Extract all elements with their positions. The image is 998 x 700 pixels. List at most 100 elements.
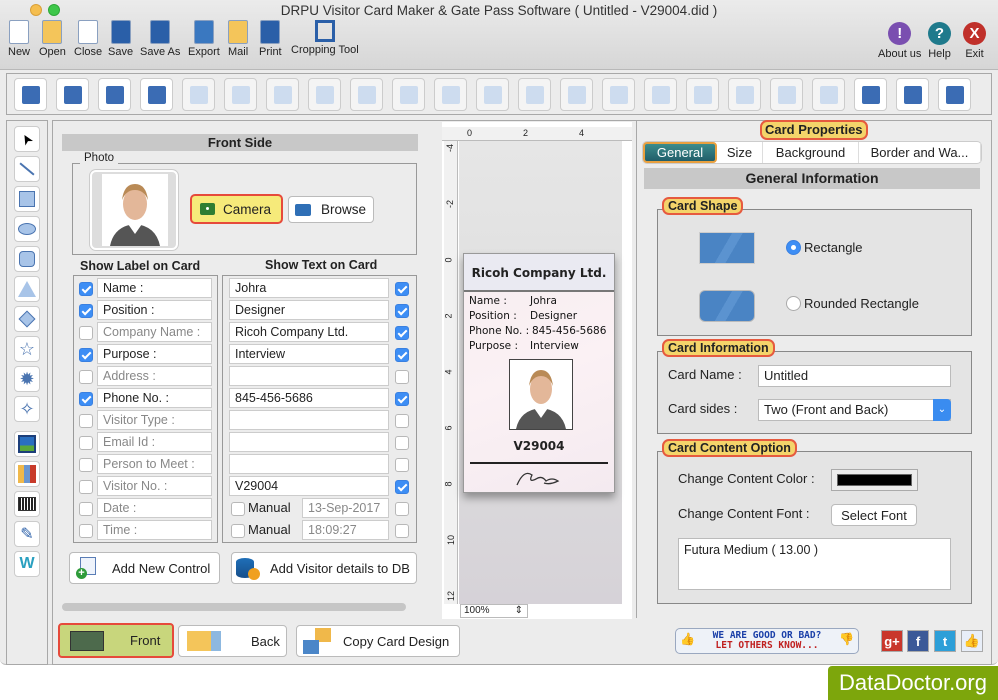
front-panel-scrollbar[interactable] xyxy=(62,603,406,611)
date-label-checkbox[interactable] xyxy=(79,502,93,516)
show-text-checkbox[interactable] xyxy=(395,458,409,472)
time-show-checkbox[interactable] xyxy=(395,524,409,538)
tool-signature[interactable]: ✎ xyxy=(14,521,40,547)
facebook-icon[interactable]: f xyxy=(907,630,929,652)
label-field[interactable]: Address : xyxy=(97,366,212,386)
tool-diamond[interactable] xyxy=(14,306,40,332)
move-up-button[interactable] xyxy=(644,78,677,111)
save-button[interactable]: Save xyxy=(108,20,133,58)
tool-triangle[interactable] xyxy=(14,276,40,302)
redo-button[interactable] xyxy=(182,78,215,111)
tool-watermark[interactable]: W xyxy=(14,551,40,577)
close-button[interactable]: Close xyxy=(74,20,102,58)
tool-rectangle[interactable] xyxy=(14,186,40,212)
browse-button[interactable]: Browse xyxy=(288,196,374,223)
text-field[interactable] xyxy=(229,366,389,386)
text-field[interactable] xyxy=(229,454,389,474)
show-text-checkbox[interactable] xyxy=(395,348,409,362)
content-color-well[interactable] xyxy=(831,469,918,491)
cut-button[interactable] xyxy=(224,78,257,111)
copy-card-design-button[interactable]: Copy Card Design xyxy=(296,625,460,657)
tool-star[interactable]: ☆ xyxy=(14,336,40,362)
text-field[interactable]: 845-456-5686 xyxy=(229,388,389,408)
show-label-checkbox[interactable] xyxy=(79,282,93,296)
tool-rounded-rectangle[interactable] xyxy=(14,246,40,272)
label-field[interactable]: Purpose : xyxy=(97,344,212,364)
label-field[interactable]: Phone No. : xyxy=(97,388,212,408)
front-button[interactable]: Front xyxy=(58,623,174,658)
show-text-checkbox[interactable] xyxy=(395,326,409,340)
label-field[interactable]: Visitor No. : xyxy=(97,476,212,496)
tool-pointer[interactable]: ➤ xyxy=(14,126,40,152)
text-field[interactable] xyxy=(229,410,389,430)
export-button[interactable]: Export xyxy=(188,20,220,58)
tool-ellipse[interactable] xyxy=(14,216,40,242)
center-button[interactable] xyxy=(728,78,761,111)
paste-button[interactable] xyxy=(308,78,341,111)
text-field[interactable] xyxy=(229,432,389,452)
show-label-checkbox[interactable] xyxy=(79,348,93,362)
text-field[interactable]: Designer xyxy=(229,300,389,320)
label-field[interactable]: Person to Meet : xyxy=(97,454,212,474)
save-as-button[interactable]: Save As xyxy=(140,20,180,58)
show-text-checkbox[interactable] xyxy=(395,414,409,428)
print-button[interactable]: Print xyxy=(259,20,282,58)
show-text-checkbox[interactable] xyxy=(395,282,409,296)
preview-card-button[interactable] xyxy=(938,78,971,111)
undo-button[interactable] xyxy=(140,78,173,111)
tool-barcode[interactable] xyxy=(14,491,40,517)
show-text-checkbox[interactable] xyxy=(395,436,409,450)
camera-button[interactable]: Camera xyxy=(190,194,283,224)
tool-line[interactable] xyxy=(14,156,40,182)
tab-size[interactable]: Size xyxy=(717,142,763,163)
about-us-button[interactable]: ! About us xyxy=(878,22,921,60)
mail-button[interactable]: Mail xyxy=(228,20,248,58)
export-image-button[interactable] xyxy=(98,78,131,111)
unlock-button[interactable] xyxy=(518,78,551,111)
label-field[interactable]: Name : xyxy=(97,278,212,298)
add-new-control-button[interactable]: + Add New Control xyxy=(69,552,220,584)
bring-front-button[interactable] xyxy=(392,78,425,111)
move-right-button[interactable] xyxy=(602,78,635,111)
rectangle-shape-preview[interactable] xyxy=(699,232,755,264)
properties-button[interactable] xyxy=(14,78,47,111)
text-field[interactable]: Ricoh Company Ltd. xyxy=(229,322,389,342)
copy-button[interactable] xyxy=(266,78,299,111)
rectangle-radio[interactable] xyxy=(786,240,801,255)
feedback-banner[interactable]: 👍 WE ARE GOOD OR BAD? LET OTHERS KNOW...… xyxy=(675,628,859,654)
tab-border-and-wa[interactable]: Border and Wa... xyxy=(859,142,981,163)
exit-button[interactable]: X Exit xyxy=(963,22,986,60)
tool-burst[interactable]: ✹ xyxy=(14,366,40,392)
like-icon[interactable]: 👍 xyxy=(961,630,983,652)
text-field[interactable]: Johra xyxy=(229,278,389,298)
date-manual-checkbox[interactable] xyxy=(231,502,245,516)
show-label-checkbox[interactable] xyxy=(79,436,93,450)
new-button[interactable]: New xyxy=(8,20,30,58)
time-label-field[interactable]: Time : xyxy=(97,520,212,540)
show-text-checkbox[interactable] xyxy=(395,480,409,494)
show-text-checkbox[interactable] xyxy=(395,304,409,318)
card-name-input[interactable]: Untitled xyxy=(758,365,951,387)
move-left-button[interactable] xyxy=(560,78,593,111)
tab-general[interactable]: General xyxy=(643,142,717,163)
rounded-rectangle-shape-preview[interactable] xyxy=(699,290,755,322)
show-label-checkbox[interactable] xyxy=(79,370,93,384)
send-back-button[interactable] xyxy=(434,78,467,111)
show-text-checkbox[interactable] xyxy=(395,392,409,406)
card-preview[interactable]: Ricoh Company Ltd. Name : Johra Position :… xyxy=(463,253,615,493)
label-field[interactable]: Visitor Type : xyxy=(97,410,212,430)
show-text-checkbox[interactable] xyxy=(395,370,409,384)
date-show-checkbox[interactable] xyxy=(395,502,409,516)
cropping-tool-button[interactable]: Cropping Tool xyxy=(291,20,359,56)
move-down-button[interactable] xyxy=(686,78,719,111)
label-field[interactable]: Position : xyxy=(97,300,212,320)
insert-image-button[interactable] xyxy=(56,78,89,111)
show-label-checkbox[interactable] xyxy=(79,326,93,340)
ruler-button[interactable] xyxy=(896,78,929,111)
text-field[interactable]: V29004 xyxy=(229,476,389,496)
lock-button[interactable] xyxy=(476,78,509,111)
select-font-button[interactable]: Select Font xyxy=(831,504,917,526)
center-vertical-button[interactable] xyxy=(812,78,845,111)
tool-four-point-star[interactable]: ✧ xyxy=(14,396,40,422)
rounded-rectangle-radio[interactable] xyxy=(786,296,801,311)
